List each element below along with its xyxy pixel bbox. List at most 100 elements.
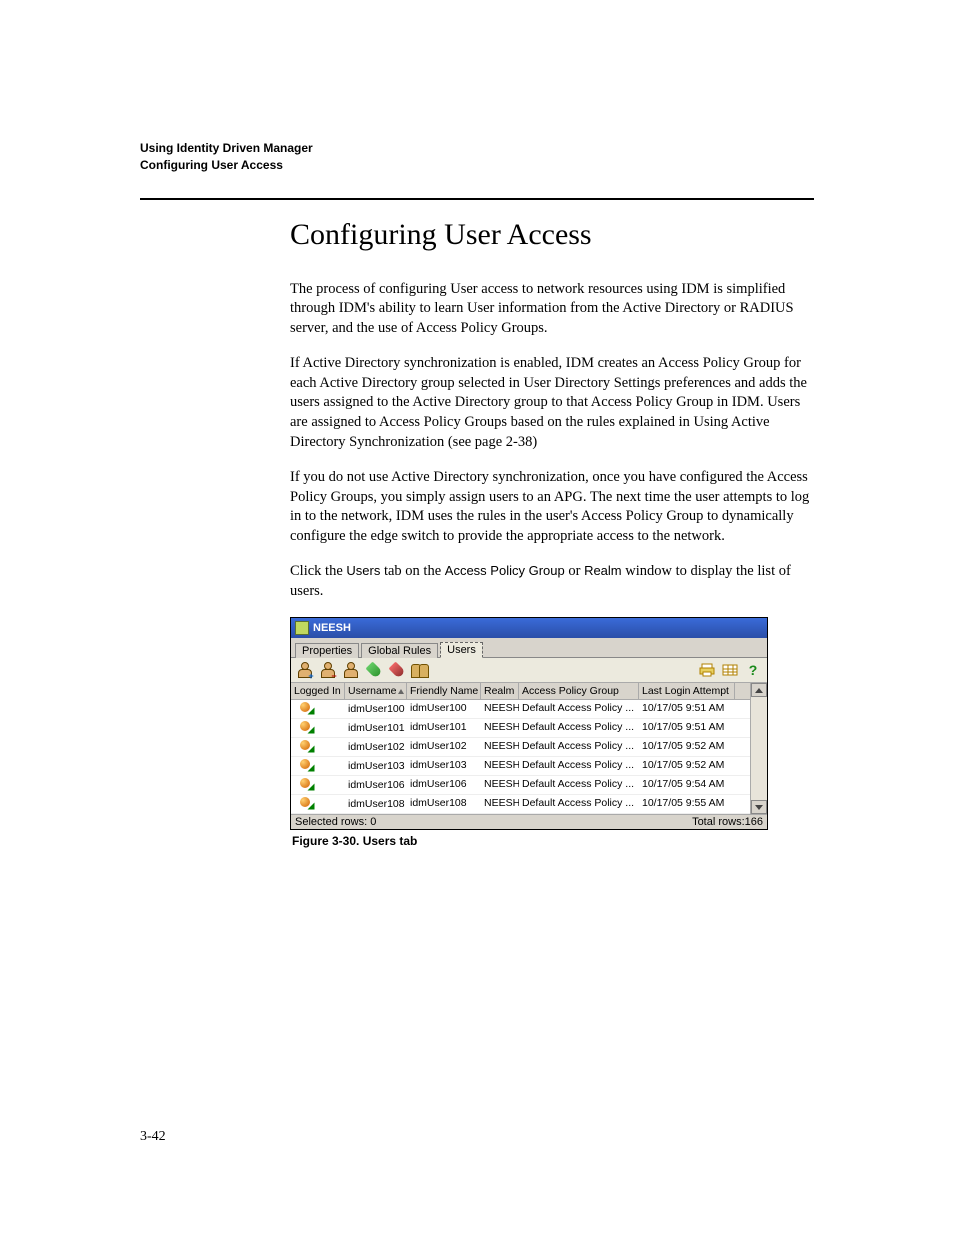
col-access-policy-group[interactable]: Access Policy Group — [519, 683, 639, 699]
col-last-login[interactable]: Last Login Attempt — [639, 683, 735, 699]
paragraph-1: The process of configuring User access t… — [290, 280, 814, 339]
cell-username: idmUser102 — [345, 738, 407, 756]
cell-realm: NEESH — [481, 776, 519, 794]
figure-caption: Figure 3-30. Users tab — [292, 834, 814, 848]
logged-in-icon — [300, 702, 316, 716]
logged-in-icon — [300, 797, 316, 811]
cell-realm: NEESH — [481, 757, 519, 775]
p4-text2: tab on the — [380, 563, 444, 579]
scroll-up-button[interactable] — [751, 683, 767, 697]
cell-realm: NEESH — [481, 719, 519, 737]
cell-access-policy-group: Default Access Policy ... — [519, 738, 639, 756]
status-total: Total rows:166 — [692, 816, 763, 828]
cell-friendly-name: idmUser103 — [407, 757, 481, 775]
cell-username: idmUser108 — [345, 795, 407, 813]
cell-username: idmUser101 — [345, 719, 407, 737]
rule-divider — [140, 198, 814, 200]
chevron-down-icon — [755, 805, 763, 810]
cell-access-policy-group: Default Access Policy ... — [519, 795, 639, 813]
cell-friendly-name: idmUser108 — [407, 795, 481, 813]
table-row[interactable]: idmUser106idmUser106NEESHDefault Access … — [291, 776, 750, 795]
cell-username: idmUser106 — [345, 776, 407, 794]
apg-ref: Access Policy Group — [445, 563, 565, 578]
table-row[interactable]: idmUser102idmUser102NEESHDefault Access … — [291, 738, 750, 757]
logged-in-icon — [300, 778, 316, 792]
scroll-track[interactable] — [751, 697, 767, 800]
sort-asc-icon — [398, 689, 404, 694]
user-button[interactable] — [341, 660, 361, 680]
tabstrip: Properties Global Rules Users — [291, 638, 767, 657]
running-header-line1: Using Identity Driven Manager — [140, 140, 814, 157]
user-icon — [343, 662, 359, 678]
grid-icon — [722, 662, 738, 678]
users-tab-ref: Users — [346, 563, 380, 578]
tag-red-icon — [387, 661, 407, 681]
cell-last-login: 10/17/05 9:55 AM — [639, 795, 735, 813]
users-window: NEESH Properties Global Rules Users + − — [290, 617, 768, 830]
logged-in-icon — [300, 740, 316, 754]
col-username[interactable]: Username — [345, 683, 407, 699]
table-row[interactable]: idmUser103idmUser103NEESHDefault Access … — [291, 757, 750, 776]
cell-last-login: 10/17/05 9:52 AM — [639, 738, 735, 756]
user-minus-icon: − — [320, 662, 336, 678]
col-username-label: Username — [348, 685, 396, 697]
toolbar: + − — [291, 657, 767, 683]
titlebar: NEESH — [291, 618, 767, 638]
cell-access-policy-group: Default Access Policy ... — [519, 757, 639, 775]
scrollbar[interactable] — [750, 683, 767, 814]
table-row[interactable]: idmUser101idmUser101NEESHDefault Access … — [291, 719, 750, 738]
cell-last-login: 10/17/05 9:52 AM — [639, 757, 735, 775]
cell-access-policy-group: Default Access Policy ... — [519, 776, 639, 794]
table-row[interactable]: idmUser100idmUser100NEESHDefault Access … — [291, 700, 750, 719]
logged-in-icon — [300, 759, 316, 773]
tag-green-icon — [364, 661, 384, 681]
cell-last-login: 10/17/05 9:51 AM — [639, 700, 735, 718]
table-header: Logged In Username Friendly Name Realm A… — [291, 683, 750, 700]
cell-username: idmUser103 — [345, 757, 407, 775]
section-title: Configuring User Access — [290, 218, 814, 252]
cell-friendly-name: idmUser102 — [407, 738, 481, 756]
p4-text3: or — [565, 563, 584, 579]
tag-red-button[interactable] — [387, 660, 407, 680]
logged-in-icon — [300, 721, 316, 735]
realm-ref: Realm — [584, 563, 622, 578]
tab-global-rules[interactable]: Global Rules — [361, 643, 438, 658]
cell-last-login: 10/17/05 9:54 AM — [639, 776, 735, 794]
print-button[interactable] — [697, 660, 717, 680]
cell-realm: NEESH — [481, 738, 519, 756]
help-icon: ? — [749, 662, 758, 678]
cell-friendly-name: idmUser106 — [407, 776, 481, 794]
window-title: NEESH — [313, 622, 351, 634]
cell-last-login: 10/17/05 9:51 AM — [639, 719, 735, 737]
cell-friendly-name: idmUser100 — [407, 700, 481, 718]
cell-access-policy-group: Default Access Policy ... — [519, 700, 639, 718]
tag-green-button[interactable] — [364, 660, 384, 680]
col-logged-in[interactable]: Logged In — [291, 683, 345, 699]
cell-realm: NEESH — [481, 795, 519, 813]
table-view-button[interactable] — [720, 660, 740, 680]
cell-access-policy-group: Default Access Policy ... — [519, 719, 639, 737]
scroll-down-button[interactable] — [751, 800, 767, 814]
col-realm[interactable]: Realm — [481, 683, 519, 699]
app-icon — [295, 621, 309, 635]
assign-users-button[interactable] — [410, 660, 430, 680]
table-body: idmUser100idmUser100NEESHDefault Access … — [291, 700, 750, 814]
table-row[interactable]: idmUser108idmUser108NEESHDefault Access … — [291, 795, 750, 814]
remove-user-button[interactable]: − — [318, 660, 338, 680]
tab-properties[interactable]: Properties — [295, 643, 359, 658]
paragraph-3: If you do not use Active Directory synch… — [290, 468, 814, 546]
help-button[interactable]: ? — [743, 660, 763, 680]
col-friendly-name[interactable]: Friendly Name — [407, 683, 481, 699]
status-selected: Selected rows: 0 — [295, 816, 376, 828]
people-icon — [411, 662, 429, 678]
page-number: 3-42 — [140, 1129, 166, 1145]
paragraph-2: If Active Directory synchronization is e… — [290, 354, 814, 452]
tab-users[interactable]: Users — [440, 642, 483, 658]
paragraph-4: Click the Users tab on the Access Policy… — [290, 562, 814, 601]
cell-friendly-name: idmUser101 — [407, 719, 481, 737]
cell-username: idmUser100 — [345, 700, 407, 718]
running-header-line2: Configuring User Access — [140, 157, 814, 174]
add-user-button[interactable]: + — [295, 660, 315, 680]
statusbar: Selected rows: 0 Total rows:166 — [291, 814, 767, 829]
print-icon — [699, 662, 715, 678]
